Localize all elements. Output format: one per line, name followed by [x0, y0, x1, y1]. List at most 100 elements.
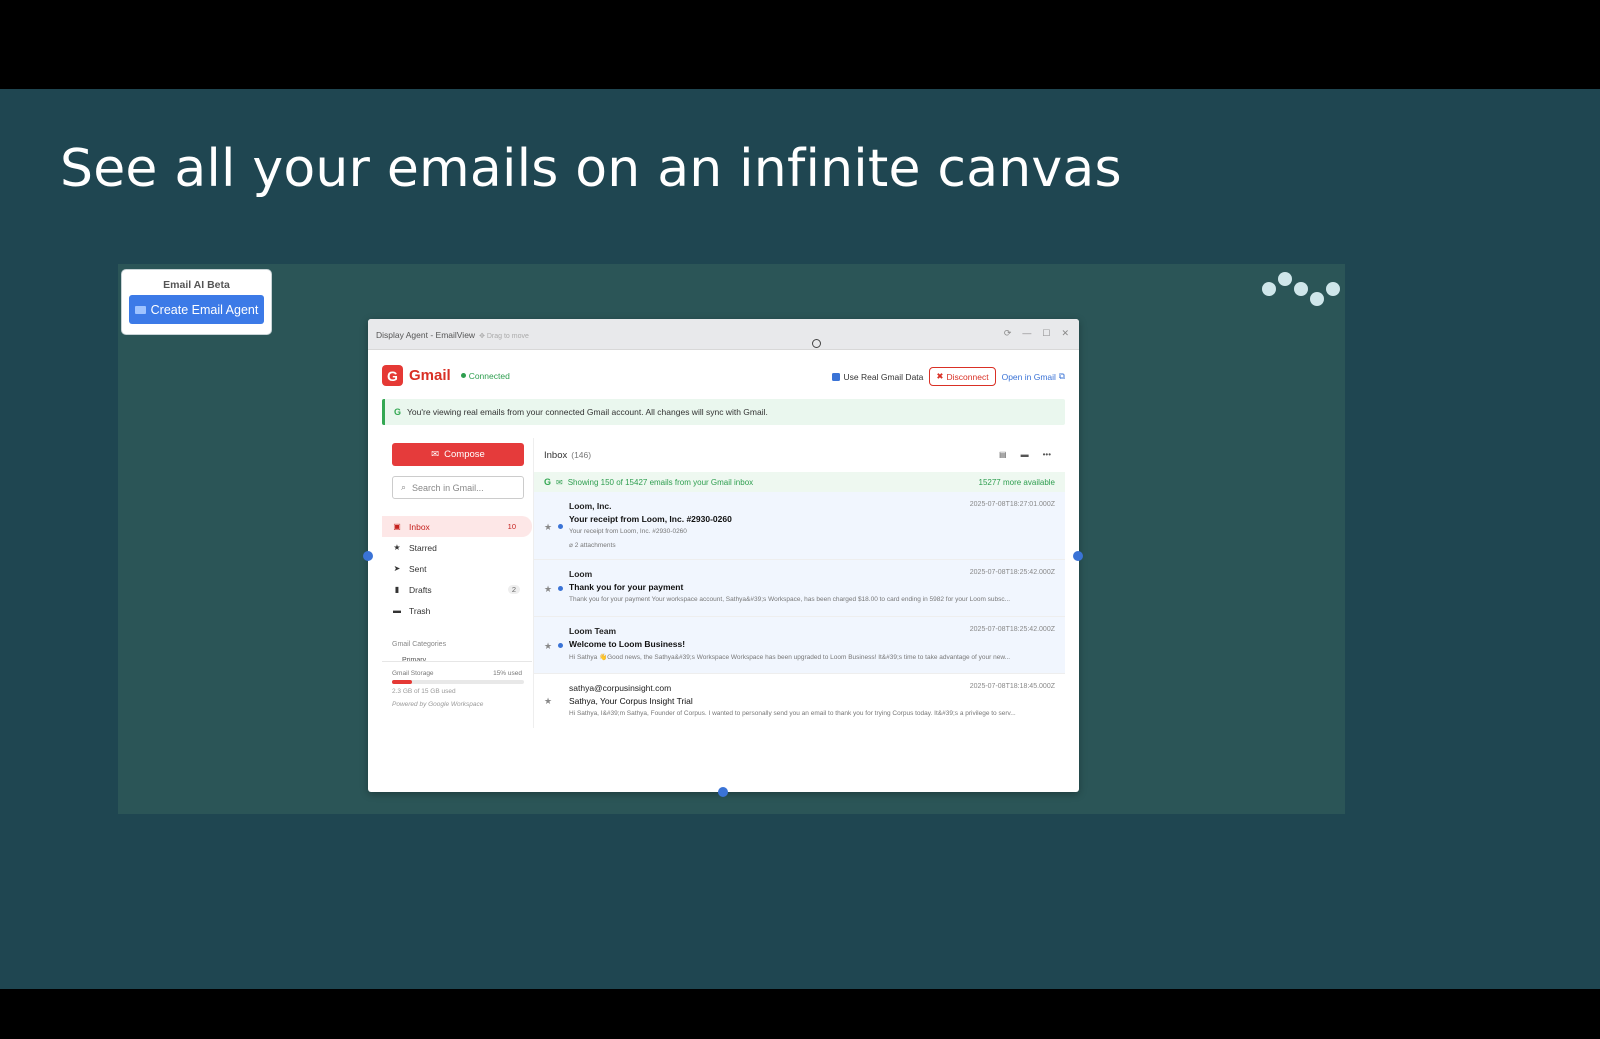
email-subject: Welcome to Loom Business!	[569, 639, 686, 649]
x-icon: ✖	[936, 371, 944, 381]
email-snippet: Your receipt from Loom, Inc. #2930-0260	[569, 528, 687, 535]
unread-count: 10	[507, 522, 516, 531]
email-row[interactable]: ★ sathya@corpusinsight.com 2025-07-08T18…	[534, 674, 1065, 720]
status-dot-icon	[460, 373, 466, 378]
slide: See all your emails on an infinite canva…	[0, 89, 1600, 989]
star-icon[interactable]: ★	[544, 584, 552, 595]
maximize-icon[interactable]: ☐	[1042, 328, 1050, 339]
compose-label: Compose	[444, 449, 485, 460]
trash-icon: ▬	[393, 606, 401, 615]
archive-icon[interactable]: ▤	[999, 450, 1007, 459]
gmail-header: G Gmail Connected	[382, 365, 510, 386]
disconnect-button[interactable]: ✖ Disconnect	[929, 367, 996, 386]
storage-percent: 15% used	[493, 670, 522, 677]
folder-nav: ▣ Inbox 10 ★ Starred ➤ Sent ▮ Drafts 2 ▬…	[382, 516, 532, 621]
gmail-sidebar: ✉ Compose ⌕ Search in Gmail... ▣ Inbox 1…	[382, 438, 532, 728]
star-icon[interactable]: ★	[544, 696, 552, 707]
storage-bar	[392, 680, 524, 684]
gmail-categories-label: Gmail Categories	[392, 641, 447, 648]
email-date: 2025-07-08T18:25:42.000Z	[969, 569, 1055, 576]
envelope-icon: ✉	[431, 449, 440, 460]
refresh-icon[interactable]: ⟳	[1004, 328, 1012, 339]
sidebar-item-trash[interactable]: ▬ Trash	[382, 600, 532, 621]
drag-hint: Drag to move	[486, 333, 529, 340]
unread-dot	[558, 586, 563, 591]
sidebar-item-label: Inbox	[409, 521, 430, 532]
resize-handle-right[interactable]	[1073, 551, 1083, 561]
send-icon: ➤	[393, 564, 401, 573]
sidebar-item-label: Drafts	[409, 584, 432, 595]
drafts-count: 2	[507, 585, 520, 594]
sidebar-item-inbox[interactable]: ▣ Inbox 10	[382, 516, 532, 537]
google-icon: G	[544, 477, 552, 487]
storage-used: 2.3 GB of 15 GB used	[392, 688, 456, 695]
create-email-agent-label: Create Email Agent	[150, 302, 259, 317]
star-icon: ★	[393, 543, 401, 552]
minimize-icon[interactable]: —	[1022, 328, 1031, 339]
email-row[interactable]: ★ Loom Team 2025-07-08T18:25:42.000Z Wel…	[534, 617, 1065, 674]
sidebar-item-label: Starred	[409, 542, 437, 553]
resize-handle-bottom[interactable]	[718, 787, 728, 797]
email-subject: Sathya, Your Corpus Insight Trial	[569, 696, 693, 706]
email-snippet: Thank you for your payment Your workspac…	[569, 596, 1011, 603]
drag-icon: ✥	[479, 333, 487, 340]
window-title: Display Agent - EmailView	[376, 330, 476, 340]
email-date: 2025-07-08T18:27:01.000Z	[969, 501, 1055, 508]
sidebar-item-label: Trash	[409, 605, 431, 616]
connection-label: Connected	[468, 370, 510, 381]
email-attachments: ⌀ 2 attachments	[569, 541, 616, 549]
email-view-window[interactable]: Display Agent - EmailView ✥ Drag to move …	[368, 319, 1079, 792]
close-icon[interactable]: ✕	[1061, 328, 1069, 339]
use-real-data-label: Use Real Gmail Data	[843, 371, 924, 382]
unread-dot	[558, 643, 563, 648]
file-icon: ▮	[394, 585, 400, 594]
star-icon[interactable]: ★	[544, 641, 552, 652]
search-icon: ⌕	[401, 482, 407, 492]
app-logo	[1262, 272, 1352, 312]
checkbox-icon[interactable]	[831, 372, 840, 381]
email-subject: Thank you for your payment	[569, 582, 684, 592]
email-sender: Loom Team	[569, 626, 617, 636]
storage-bar-fill	[392, 680, 412, 684]
cursor-icon	[812, 339, 821, 348]
resize-handle-left[interactable]	[363, 551, 373, 561]
sync-banner-text: Showing 150 of 15427 emails from your Gm…	[567, 477, 754, 487]
email-sender: Loom, Inc.	[569, 501, 612, 511]
sidebar-item-label: Sent	[409, 563, 427, 574]
sidebar-item-starred[interactable]: ★ Starred	[382, 537, 532, 558]
sync-notice-text: You're viewing real emails from your con…	[407, 407, 768, 417]
sync-banner: G ✉ Showing 150 of 15427 emails from you…	[534, 472, 1065, 492]
mail-icon	[134, 305, 146, 314]
more-available: 15277 more available	[978, 477, 1056, 487]
sidebar-item-sent[interactable]: ➤ Sent	[382, 558, 532, 579]
folder-count: (146)	[571, 450, 592, 460]
open-in-gmail-link[interactable]: Open in Gmail ⧉	[1002, 371, 1065, 382]
folder-title: Inbox	[544, 449, 568, 461]
sidebar-item-drafts[interactable]: ▮ Drafts 2	[382, 579, 532, 600]
inbox-icon: ▣	[393, 522, 401, 531]
external-link-icon: ⧉	[1058, 371, 1065, 381]
trash-icon[interactable]: ▬	[1021, 450, 1029, 459]
search-input[interactable]: ⌕ Search in Gmail...	[392, 476, 524, 499]
open-in-gmail-label: Open in Gmail	[1001, 371, 1056, 382]
email-list-panel: Inbox (146) ▤ ▬ ••• G ✉ Showing 150 of 1…	[533, 438, 1065, 728]
email-row[interactable]: ★ Loom 2025-07-08T18:25:42.000Z Thank yo…	[534, 560, 1065, 617]
email-date: 2025-07-08T18:25:42.000Z	[969, 626, 1055, 633]
use-real-data-toggle[interactable]: Use Real Gmail Data	[831, 371, 924, 382]
mail-icon: ✉	[556, 477, 563, 487]
window-titlebar[interactable]: Display Agent - EmailView ✥ Drag to move …	[368, 319, 1079, 350]
email-row[interactable]: ★ Loom, Inc. 2025-07-08T18:27:01.000Z Yo…	[534, 492, 1065, 560]
compose-button[interactable]: ✉ Compose	[392, 443, 524, 466]
list-actions: ▤ ▬ •••	[999, 450, 1051, 459]
unread-dot	[558, 524, 563, 529]
email-ai-panel: Email AI Beta Create Email Agent	[122, 270, 271, 334]
email-subject: Your receipt from Loom, Inc. #2930-0260	[569, 514, 732, 524]
attachments-label: 2 attachments	[574, 542, 616, 549]
create-email-agent-button[interactable]: Create Email Agent	[129, 295, 264, 324]
star-icon[interactable]: ★	[544, 522, 552, 533]
inbox-header: Inbox (146)	[534, 438, 1065, 472]
google-icon: G	[394, 407, 402, 417]
storage-label: Gmail Storage	[392, 670, 434, 677]
more-icon[interactable]: •••	[1043, 450, 1051, 459]
email-snippet: Hi Sathya, I&#39;m Sathya, Founder of Co…	[569, 710, 1016, 717]
